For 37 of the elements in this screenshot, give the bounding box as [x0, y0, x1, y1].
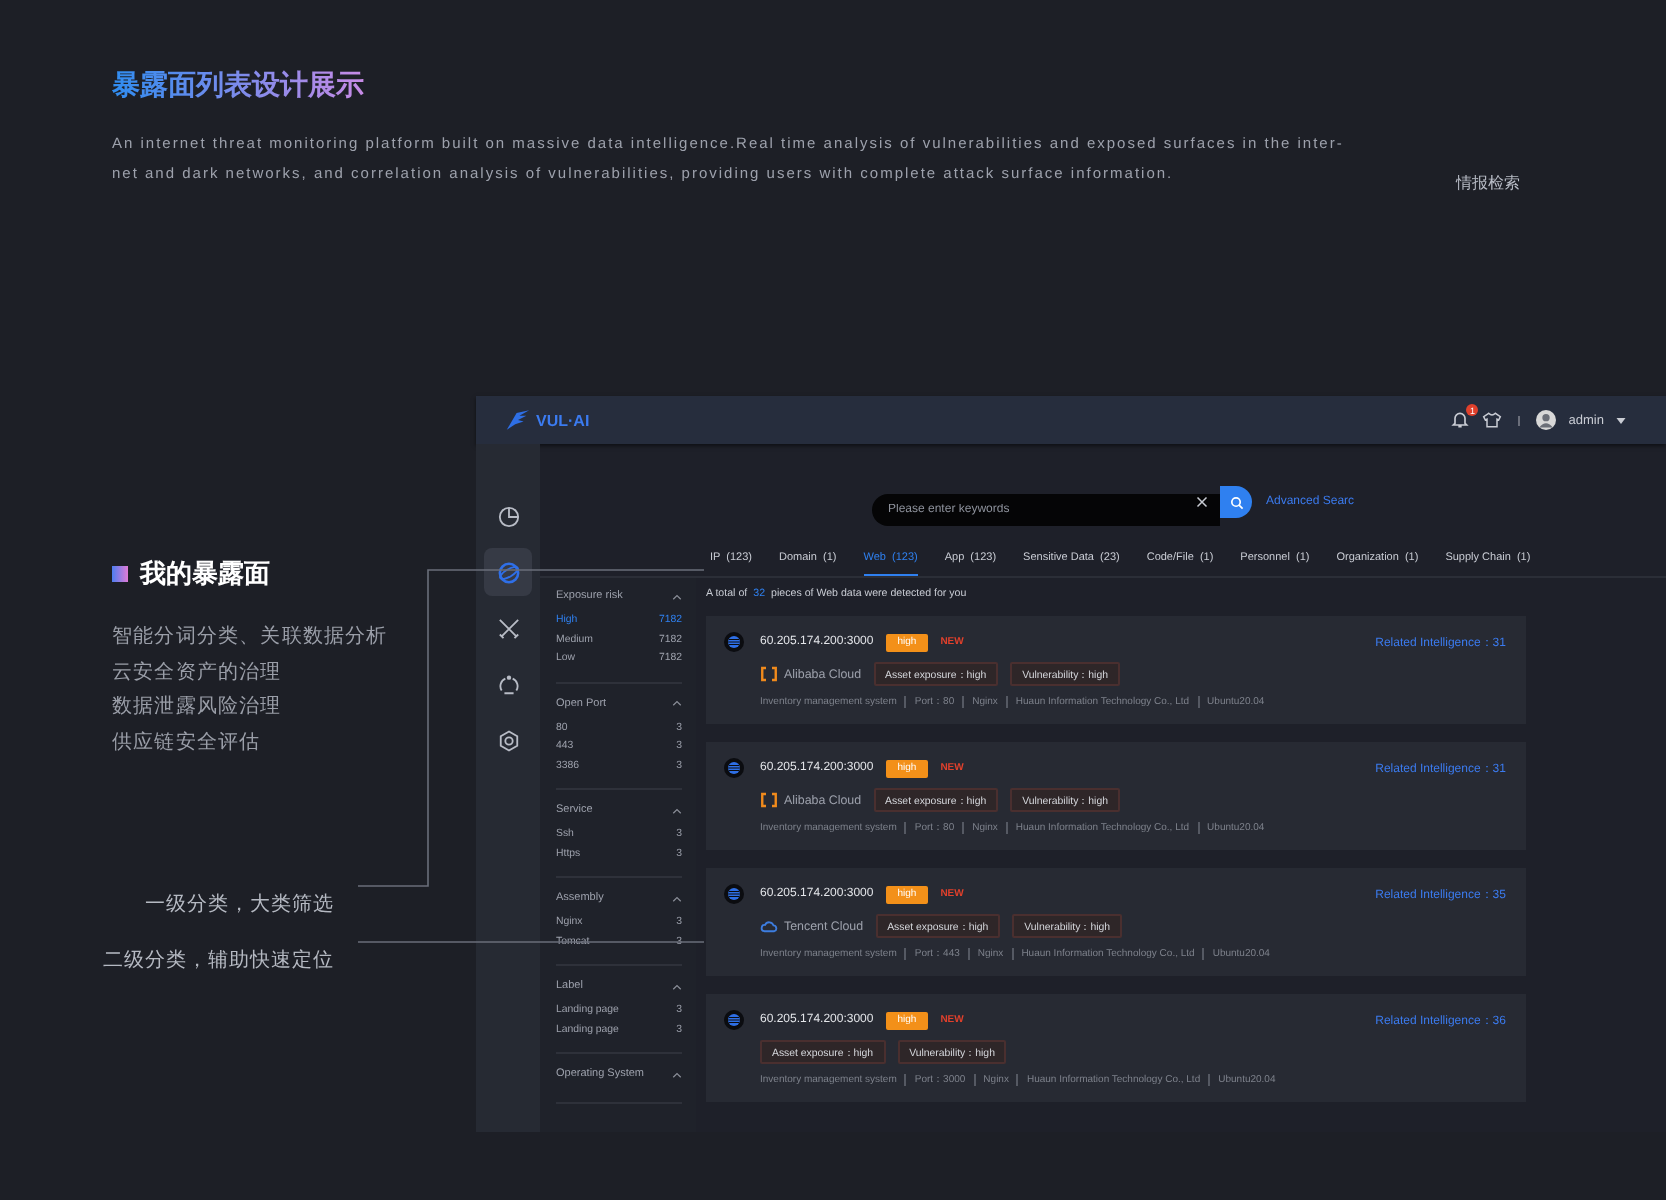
globe-icon — [724, 632, 744, 652]
annotation-text: 二级分类，辅助快速定位 — [101, 950, 334, 974]
search-icon — [1229, 495, 1243, 509]
chevron-up-icon[interactable] — [672, 983, 682, 989]
app-logo[interactable]: VUL·AI — [536, 411, 590, 429]
crossed-swords-icon — [497, 617, 519, 639]
bracket-logo-icon — [760, 666, 778, 682]
side-note: 情报检索 — [1456, 172, 1520, 194]
caret-icon[interactable] — [1616, 417, 1626, 423]
globe-icon — [497, 561, 519, 583]
square-icon — [112, 566, 128, 582]
cycle-icon — [497, 673, 519, 695]
globe-icon — [724, 884, 744, 904]
cloud-icon — [760, 918, 778, 934]
feature-point: 供应链安全评估 — [112, 729, 263, 757]
bell-icon[interactable] — [1450, 410, 1471, 430]
feature-point: 数据泄露风险治理 — [112, 693, 284, 722]
pie-chart-icon — [497, 505, 519, 527]
clear-icon[interactable] — [1196, 496, 1208, 508]
shirt-icon[interactable] — [1482, 410, 1503, 430]
feature-point: 云安全资产的治理 — [112, 659, 284, 687]
chevron-up-icon[interactable] — [672, 1071, 682, 1077]
wing-logo-icon — [504, 408, 532, 432]
chevron-up-icon[interactable] — [672, 807, 682, 813]
feature-point: 智能分词分类、关联数据分析 — [112, 623, 390, 652]
page-title: 暴露面列表设计展示 — [112, 68, 364, 104]
bracket-logo-icon — [760, 792, 778, 808]
settings-icon — [497, 729, 519, 751]
search-button[interactable] — [1220, 486, 1252, 518]
chevron-up-icon[interactable] — [672, 700, 682, 706]
globe-icon — [724, 1010, 744, 1030]
avatar-icon[interactable] — [1536, 410, 1557, 430]
chevron-up-icon[interactable] — [672, 593, 682, 599]
annotation-text: 一级分类，大类筛选 — [143, 894, 334, 918]
chevron-up-icon[interactable] — [672, 895, 682, 901]
feature-heading: 我的暴露面 — [140, 558, 270, 592]
globe-icon — [724, 758, 744, 778]
